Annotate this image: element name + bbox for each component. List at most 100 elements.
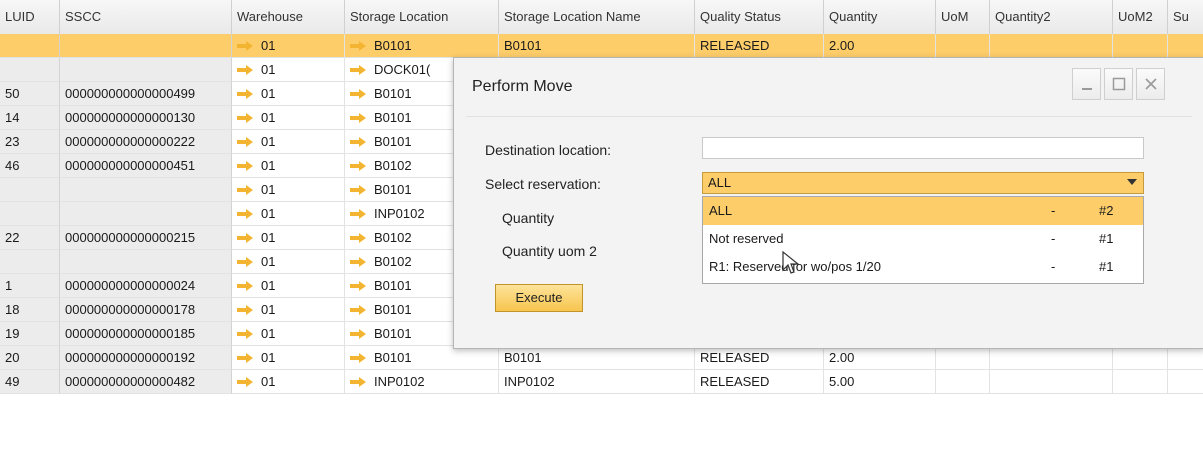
column-header[interactable]: LUID bbox=[0, 0, 60, 34]
destination-location-input[interactable] bbox=[702, 137, 1144, 159]
reservation-option[interactable]: ALL - #2 bbox=[703, 197, 1143, 225]
name-cell[interactable]: INP0102 bbox=[499, 370, 695, 394]
loc-cell[interactable]: B0101 bbox=[345, 34, 499, 58]
link-arrow-icon[interactable] bbox=[350, 113, 366, 123]
link-arrow-icon[interactable] bbox=[350, 185, 366, 195]
luid-cell[interactable]: 49 bbox=[0, 370, 60, 394]
empty-cell[interactable] bbox=[936, 346, 990, 370]
link-arrow-icon[interactable] bbox=[237, 209, 253, 219]
luid-cell[interactable] bbox=[0, 202, 60, 226]
link-arrow-icon[interactable] bbox=[237, 377, 253, 387]
reservation-option[interactable]: Not reserved - #1 bbox=[703, 225, 1143, 253]
wh-cell[interactable]: 01 bbox=[232, 274, 345, 298]
empty-cell[interactable] bbox=[990, 346, 1113, 370]
qs-cell[interactable]: RELEASED bbox=[695, 346, 824, 370]
link-arrow-icon[interactable] bbox=[350, 377, 366, 387]
link-arrow-icon[interactable] bbox=[350, 209, 366, 219]
column-header[interactable]: SSCC bbox=[60, 0, 232, 34]
sscc-cell[interactable]: 000000000000000482 bbox=[60, 370, 232, 394]
luid-cell[interactable] bbox=[0, 250, 60, 274]
luid-cell[interactable]: 14 bbox=[0, 106, 60, 130]
link-arrow-icon[interactable] bbox=[237, 137, 253, 147]
wh-cell[interactable]: 01 bbox=[232, 58, 345, 82]
wh-cell[interactable]: 01 bbox=[232, 130, 345, 154]
luid-cell[interactable] bbox=[0, 178, 60, 202]
wh-cell[interactable]: 01 bbox=[232, 346, 345, 370]
wh-cell[interactable]: 01 bbox=[232, 322, 345, 346]
sscc-cell[interactable] bbox=[60, 178, 232, 202]
empty-cell[interactable] bbox=[1168, 34, 1203, 58]
empty-cell[interactable] bbox=[990, 34, 1113, 58]
sscc-cell[interactable]: 000000000000000222 bbox=[60, 130, 232, 154]
wh-cell[interactable]: 01 bbox=[232, 106, 345, 130]
wh-cell[interactable]: 01 bbox=[232, 202, 345, 226]
wh-cell[interactable]: 01 bbox=[232, 34, 345, 58]
link-arrow-icon[interactable] bbox=[350, 257, 366, 267]
sscc-cell[interactable]: 000000000000000178 bbox=[60, 298, 232, 322]
reservation-option[interactable]: R1: Reserved for wo/pos 1/20- #1 bbox=[703, 253, 1143, 281]
luid-cell[interactable]: 46 bbox=[0, 154, 60, 178]
empty-cell[interactable] bbox=[936, 370, 990, 394]
link-arrow-icon[interactable] bbox=[237, 233, 253, 243]
luid-cell[interactable]: 20 bbox=[0, 346, 60, 370]
loc-cell[interactable]: B0101 bbox=[345, 346, 499, 370]
luid-cell[interactable]: 19 bbox=[0, 322, 60, 346]
column-header[interactable]: Quantity bbox=[824, 0, 936, 34]
qty-cell[interactable]: 2.00 bbox=[824, 34, 936, 58]
wh-cell[interactable]: 01 bbox=[232, 226, 345, 250]
column-header[interactable]: Warehouse bbox=[232, 0, 345, 34]
link-arrow-icon[interactable] bbox=[237, 281, 253, 291]
link-arrow-icon[interactable] bbox=[237, 329, 253, 339]
link-arrow-icon[interactable] bbox=[350, 89, 366, 99]
table-row[interactable]: 49 000000000000000482 01 INP0102 INP0102 RELE… bbox=[0, 370, 1203, 394]
empty-cell[interactable] bbox=[1168, 370, 1203, 394]
link-arrow-icon[interactable] bbox=[350, 137, 366, 147]
sscc-cell[interactable]: 000000000000000192 bbox=[60, 346, 232, 370]
column-header[interactable]: UoM2 bbox=[1113, 0, 1168, 34]
sscc-cell[interactable]: 000000000000000185 bbox=[60, 322, 232, 346]
column-header[interactable]: Storage Location bbox=[345, 0, 499, 34]
link-arrow-icon[interactable] bbox=[350, 161, 366, 171]
name-cell[interactable]: B0101 bbox=[499, 34, 695, 58]
close-button[interactable] bbox=[1136, 68, 1165, 100]
luid-cell[interactable] bbox=[0, 58, 60, 82]
column-header[interactable]: UoM bbox=[936, 0, 990, 34]
column-header[interactable]: Su bbox=[1168, 0, 1203, 34]
empty-cell[interactable] bbox=[1113, 34, 1168, 58]
empty-cell[interactable] bbox=[936, 34, 990, 58]
sscc-cell[interactable] bbox=[60, 34, 232, 58]
sscc-cell[interactable]: 000000000000000130 bbox=[60, 106, 232, 130]
qty-cell[interactable]: 5.00 bbox=[824, 370, 936, 394]
empty-cell[interactable] bbox=[1168, 346, 1203, 370]
link-arrow-icon[interactable] bbox=[237, 305, 253, 315]
reservation-select[interactable]: ALL bbox=[702, 172, 1144, 194]
empty-cell[interactable] bbox=[990, 370, 1113, 394]
link-arrow-icon[interactable] bbox=[350, 281, 366, 291]
table-row[interactable]: 01 B0101 B0101 RELEASED 2.00 bbox=[0, 34, 1203, 58]
link-arrow-icon[interactable] bbox=[237, 65, 253, 75]
wh-cell[interactable]: 01 bbox=[232, 82, 345, 106]
luid-cell[interactable]: 1 bbox=[0, 274, 60, 298]
link-arrow-icon[interactable] bbox=[237, 113, 253, 123]
link-arrow-icon[interactable] bbox=[237, 257, 253, 267]
wh-cell[interactable]: 01 bbox=[232, 178, 345, 202]
sscc-cell[interactable]: 000000000000000215 bbox=[60, 226, 232, 250]
link-arrow-icon[interactable] bbox=[237, 161, 253, 171]
link-arrow-icon[interactable] bbox=[350, 233, 366, 243]
sscc-cell[interactable]: 000000000000000024 bbox=[60, 274, 232, 298]
maximize-button[interactable] bbox=[1104, 68, 1133, 100]
loc-cell[interactable]: INP0102 bbox=[345, 370, 499, 394]
minimize-button[interactable] bbox=[1072, 68, 1101, 100]
luid-cell[interactable]: 22 bbox=[0, 226, 60, 250]
link-arrow-icon[interactable] bbox=[350, 65, 366, 75]
wh-cell[interactable]: 01 bbox=[232, 370, 345, 394]
name-cell[interactable]: B0101 bbox=[499, 346, 695, 370]
sscc-cell[interactable] bbox=[60, 202, 232, 226]
link-arrow-icon[interactable] bbox=[350, 353, 366, 363]
link-arrow-icon[interactable] bbox=[237, 353, 253, 363]
link-arrow-icon[interactable] bbox=[350, 41, 366, 51]
execute-button[interactable]: Execute bbox=[495, 284, 583, 312]
qs-cell[interactable]: RELEASED bbox=[695, 34, 824, 58]
luid-cell[interactable]: 50 bbox=[0, 82, 60, 106]
luid-cell[interactable] bbox=[0, 34, 60, 58]
